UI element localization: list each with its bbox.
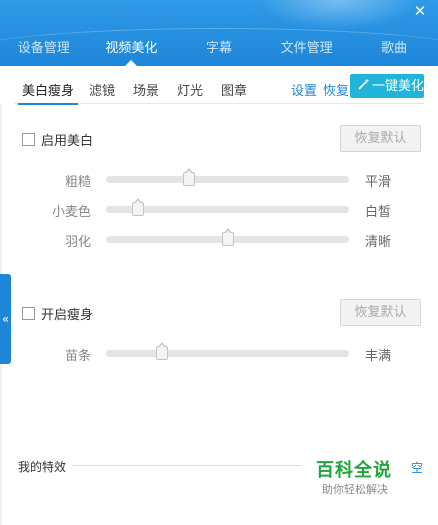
- slider-left-label: 小麦色: [51, 205, 91, 220]
- slider-thumb[interactable]: [221, 228, 234, 246]
- slider-track[interactable]: [106, 228, 349, 246]
- settings-link[interactable]: 设置: [291, 80, 317, 99]
- slider-track[interactable]: [106, 198, 349, 216]
- enable-whitening-label: 启用美白: [41, 133, 94, 149]
- app-header: ✕ 设备管理 视频美化 字幕 文件管理 歌曲: [0, 0, 438, 66]
- tab-device-management[interactable]: 设备管理: [0, 37, 88, 66]
- one-key-beautify-button[interactable]: 一键美化: [350, 74, 424, 98]
- slider-track[interactable]: [106, 342, 349, 360]
- restore-link[interactable]: 恢复: [323, 80, 349, 99]
- tab-file-management[interactable]: 文件管理: [263, 37, 351, 66]
- whitening-reset-button[interactable]: 恢复默认: [340, 125, 421, 152]
- slider-smoothness: 粗糙 平滑: [0, 168, 438, 190]
- effects-divider: [72, 465, 302, 466]
- slider-right-label: 丰满: [365, 349, 392, 364]
- slider-right-label: 平滑: [365, 175, 392, 190]
- slider-left-label: 苗条: [64, 349, 91, 364]
- slider-left-label: 羽化: [64, 235, 91, 250]
- watermark-logo: 百科全说: [316, 460, 392, 481]
- subtab-whiten-slim[interactable]: 美白瘦身: [17, 80, 79, 105]
- checkbox-box[interactable]: [22, 306, 35, 320]
- subtab-stamps[interactable]: 图章: [221, 80, 247, 99]
- enable-slimming-label: 开启瘦身: [41, 307, 94, 323]
- slider-feather: 羽化 清晰: [0, 228, 438, 250]
- slimming-reset-button[interactable]: 恢复默认: [340, 299, 421, 326]
- tab-songs[interactable]: 歌曲: [350, 37, 438, 66]
- slider-skin-tone: 小麦色 白皙: [0, 198, 438, 220]
- watermark-tagline: 助你轻松解决: [322, 483, 388, 496]
- header-glow: [258, 0, 418, 30]
- slider-right-label: 清晰: [365, 235, 392, 250]
- slider-body-shape: 苗条 丰满: [0, 342, 438, 364]
- tab-subtitles[interactable]: 字幕: [175, 37, 263, 66]
- subtab-filters[interactable]: 滤镜: [89, 80, 115, 99]
- slider-thumb[interactable]: [155, 342, 168, 360]
- magic-wand-icon: [358, 74, 370, 98]
- my-effects-title: 我的特效: [18, 460, 67, 474]
- sub-tab-bar: 美白瘦身 滤镜 场景 灯光 图章 设置 恢复 一键美化: [14, 72, 424, 105]
- collapse-sidebar-button[interactable]: «: [0, 274, 11, 364]
- slider-right-label: 白皙: [365, 205, 392, 220]
- checkbox-box[interactable]: [22, 132, 35, 146]
- tab-video-beautify[interactable]: 视频美化: [88, 37, 176, 66]
- enable-slimming-checkbox[interactable]: 开启瘦身: [22, 305, 94, 323]
- clear-effects-link[interactable]: 空: [411, 459, 423, 476]
- top-tab-bar: 设备管理 视频美化 字幕 文件管理 歌曲: [0, 37, 438, 66]
- one-key-label: 一键美化: [372, 79, 425, 94]
- slider-track[interactable]: [106, 168, 349, 186]
- close-button[interactable]: ✕: [412, 3, 428, 19]
- subtab-lighting[interactable]: 灯光: [177, 80, 203, 99]
- subtab-scenes[interactable]: 场景: [133, 80, 159, 99]
- slider-left-label: 粗糙: [64, 175, 91, 190]
- slider-thumb[interactable]: [131, 198, 144, 216]
- slider-thumb[interactable]: [182, 168, 195, 186]
- enable-whitening-checkbox[interactable]: 启用美白: [22, 131, 94, 149]
